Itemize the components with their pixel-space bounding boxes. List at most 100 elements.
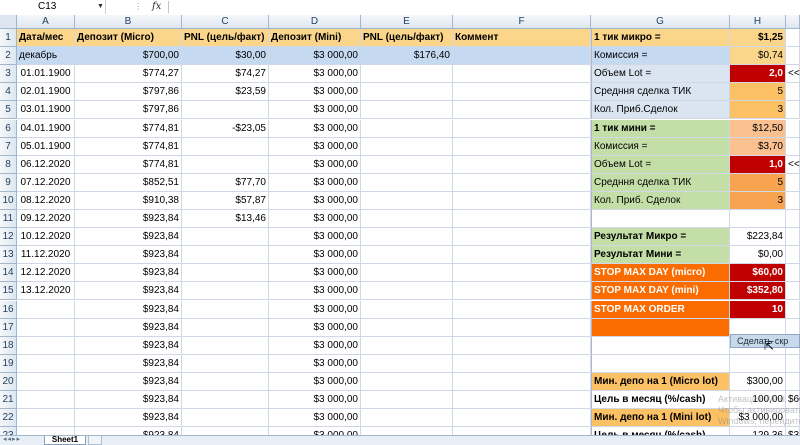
- cell-h15[interactable]: $352,80: [730, 282, 786, 301]
- row-header-6[interactable]: 6: [0, 119, 17, 138]
- cell-i13[interactable]: [786, 246, 800, 265]
- cell-a7[interactable]: 05.01.1900: [17, 137, 75, 156]
- cell-b8[interactable]: $774,81: [75, 155, 182, 174]
- column-header-h[interactable]: H: [730, 15, 786, 29]
- cell-e20[interactable]: [361, 372, 453, 391]
- cell-g8[interactable]: Объем Lot =: [591, 155, 730, 174]
- cell-b4[interactable]: $797,86: [75, 83, 182, 102]
- cell-g14[interactable]: STOP MAX DAY (micro): [591, 264, 730, 283]
- cell-c21[interactable]: [182, 391, 269, 410]
- cell-b10[interactable]: $910,38: [75, 191, 182, 210]
- cell-g16[interactable]: STOP MAX ORDER: [591, 300, 730, 319]
- cell-i12[interactable]: [786, 228, 800, 247]
- cell-f16[interactable]: [453, 300, 591, 319]
- cell-d13[interactable]: $3 000,00: [269, 246, 361, 265]
- cell-d1[interactable]: Депозит (Mini): [269, 29, 361, 48]
- cell-f2[interactable]: [453, 47, 591, 66]
- cell-d14[interactable]: $3 000,00: [269, 264, 361, 283]
- cell-h3[interactable]: 2,0: [730, 65, 786, 84]
- cell-f8[interactable]: [453, 155, 591, 174]
- cell-g4[interactable]: Средння сделка ТИК: [591, 83, 730, 102]
- cell-d20[interactable]: $3 000,00: [269, 372, 361, 391]
- cell-e21[interactable]: [361, 391, 453, 410]
- cell-d8[interactable]: $3 000,00: [269, 155, 361, 174]
- cell-c1[interactable]: PNL (цель/факт): [182, 29, 269, 48]
- cell-f14[interactable]: [453, 264, 591, 283]
- cell-f1[interactable]: Коммент: [453, 29, 591, 48]
- cell-e16[interactable]: [361, 300, 453, 319]
- cell-d22[interactable]: $3 000,00: [269, 409, 361, 428]
- cell-c4[interactable]: $23,59: [182, 83, 269, 102]
- cell-a9[interactable]: 07.12.2020: [17, 173, 75, 192]
- row-header-13[interactable]: 13: [0, 246, 17, 265]
- cell-d4[interactable]: $3 000,00: [269, 83, 361, 102]
- cell-e10[interactable]: [361, 191, 453, 210]
- cell-d21[interactable]: $3 000,00: [269, 391, 361, 410]
- row-header-21[interactable]: 21: [0, 391, 17, 410]
- cell-b2[interactable]: $700,00: [75, 47, 182, 66]
- cell-h1[interactable]: $1,25: [730, 29, 786, 48]
- cell-a19[interactable]: [17, 354, 75, 373]
- cell-i5[interactable]: [786, 101, 800, 120]
- cell-i3[interactable]: <<: [786, 65, 800, 84]
- cell-i1[interactable]: [786, 29, 800, 48]
- cell-a22[interactable]: [17, 409, 75, 428]
- cell-i4[interactable]: [786, 83, 800, 102]
- cell-e7[interactable]: [361, 137, 453, 156]
- cell-a12[interactable]: 10.12.2020: [17, 228, 75, 247]
- cell-e1[interactable]: PNL (цель/факт): [361, 29, 453, 48]
- cell-g2[interactable]: Комиссия =: [591, 47, 730, 66]
- cell-g22[interactable]: Мин. депо на 1 (Mini lot): [591, 409, 730, 428]
- cell-c6[interactable]: -$23,05: [182, 119, 269, 138]
- cell-c18[interactable]: [182, 336, 269, 355]
- cell-h10[interactable]: 3: [730, 191, 786, 210]
- row-header-19[interactable]: 19: [0, 354, 17, 373]
- cell-c9[interactable]: $77,70: [182, 173, 269, 192]
- cell-c22[interactable]: [182, 409, 269, 428]
- cell-i15[interactable]: [786, 282, 800, 301]
- cell-h16[interactable]: 10: [730, 300, 786, 319]
- cell-c17[interactable]: [182, 318, 269, 337]
- cell-d10[interactable]: $3 000,00: [269, 191, 361, 210]
- row-header-17[interactable]: 17: [0, 318, 17, 337]
- cell-f5[interactable]: [453, 101, 591, 120]
- cell-i10[interactable]: [786, 191, 800, 210]
- row-header-1[interactable]: 1: [0, 29, 17, 48]
- row-header-18[interactable]: 18: [0, 336, 17, 355]
- row-header-14[interactable]: 14: [0, 264, 17, 283]
- cell-e5[interactable]: [361, 101, 453, 120]
- row-header-10[interactable]: 10: [0, 191, 17, 210]
- cell-b7[interactable]: $774,81: [75, 137, 182, 156]
- cell-f6[interactable]: [453, 119, 591, 138]
- cell-a17[interactable]: [17, 318, 75, 337]
- cell-e13[interactable]: [361, 246, 453, 265]
- cell-i2[interactable]: [786, 47, 800, 66]
- cell-d12[interactable]: $3 000,00: [269, 228, 361, 247]
- cell-g19[interactable]: [591, 354, 730, 373]
- cell-h11[interactable]: [730, 210, 786, 229]
- cell-d6[interactable]: $3 000,00: [269, 119, 361, 138]
- column-header-a[interactable]: A: [17, 15, 75, 29]
- row-header-22[interactable]: 22: [0, 409, 17, 428]
- cell-b17[interactable]: $923,84: [75, 318, 182, 337]
- cell-d5[interactable]: $3 000,00: [269, 101, 361, 120]
- cell-b13[interactable]: $923,84: [75, 246, 182, 265]
- cell-b18[interactable]: $923,84: [75, 336, 182, 355]
- row-header-4[interactable]: 4: [0, 83, 17, 102]
- cell-d11[interactable]: $3 000,00: [269, 210, 361, 229]
- cell-e12[interactable]: [361, 228, 453, 247]
- cell-b6[interactable]: $774,81: [75, 119, 182, 138]
- cell-h13[interactable]: $0,00: [730, 246, 786, 265]
- cell-a14[interactable]: 12.12.2020: [17, 264, 75, 283]
- cell-e6[interactable]: [361, 119, 453, 138]
- cell-e3[interactable]: [361, 65, 453, 84]
- cell-b5[interactable]: $797,86: [75, 101, 182, 120]
- cell-e14[interactable]: [361, 264, 453, 283]
- cell-h6[interactable]: $12,50: [730, 119, 786, 138]
- cell-e18[interactable]: [361, 336, 453, 355]
- cell-c13[interactable]: [182, 246, 269, 265]
- cell-a13[interactable]: 11.12.2020: [17, 246, 75, 265]
- cell-c7[interactable]: [182, 137, 269, 156]
- cell-a8[interactable]: 06.12.2020: [17, 155, 75, 174]
- cell-e19[interactable]: [361, 354, 453, 373]
